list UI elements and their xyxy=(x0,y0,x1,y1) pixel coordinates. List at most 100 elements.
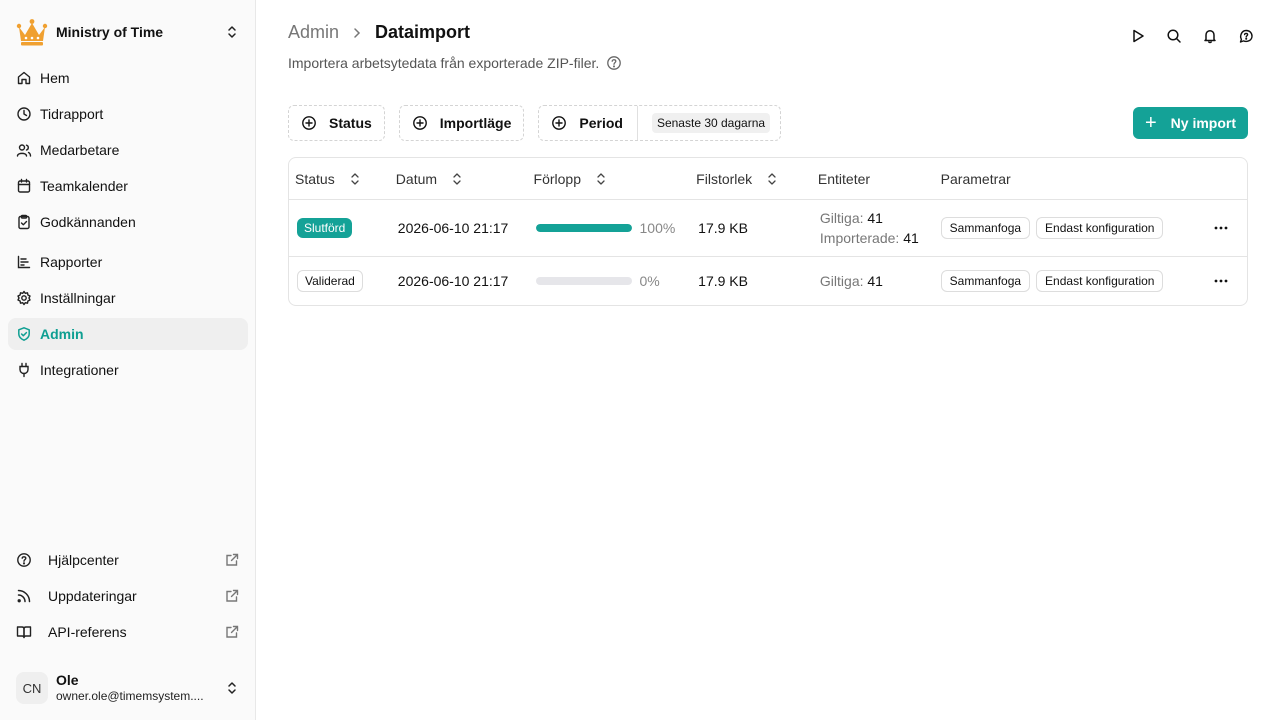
column-label: Status xyxy=(295,170,335,187)
book-icon xyxy=(16,624,32,640)
actions-cell xyxy=(1187,273,1247,289)
table-row[interactable]: Slutförd 2026-06-10 21:17 100% 17.9 KB G… xyxy=(289,200,1247,257)
sidebar-item-team-calendar[interactable]: Teamkalender xyxy=(8,170,248,202)
sort-icon[interactable] xyxy=(595,172,607,186)
user-menu[interactable]: CN Ole owner.ole@timemsystem.... xyxy=(8,664,248,712)
date-cell: 2026-06-10 21:17 xyxy=(397,220,509,236)
progress-cell: 100% xyxy=(528,220,691,236)
progress-cell: 0% xyxy=(528,273,691,289)
breadcrumb: Admin Dataimport xyxy=(288,22,470,43)
sidebar-item-reports[interactable]: Rapporter xyxy=(8,246,248,278)
status-filter-button[interactable]: Status xyxy=(288,105,385,141)
chart-icon xyxy=(16,254,32,270)
column-label: Datum xyxy=(395,170,438,187)
user-name: Ole xyxy=(56,672,79,688)
more-horizontal-icon[interactable] xyxy=(1213,273,1229,289)
sidebar-item-label: Godkännanden xyxy=(40,214,136,230)
progress-percent: 0% xyxy=(639,273,660,289)
bell-icon[interactable] xyxy=(1200,26,1220,46)
status-badge: Slutförd xyxy=(297,218,353,238)
file-size-cell: 17.9 KB xyxy=(698,273,748,289)
link-updates[interactable]: Uppdateringar xyxy=(8,580,248,612)
sidebar-item-home[interactable]: Hem xyxy=(8,62,248,94)
link-api-reference[interactable]: API-referens xyxy=(8,616,248,648)
period-filter-label-group: Period xyxy=(539,106,637,140)
sidebar-item-time-report[interactable]: Tidrapport xyxy=(8,98,248,130)
sidebar-nav: Hem Tidrapport Medarbetare Teamkalender … xyxy=(8,62,248,390)
breadcrumb-admin-link[interactable]: Admin xyxy=(288,22,339,43)
valid-label: Giltiga: xyxy=(819,210,864,226)
column-label: Förlopp xyxy=(533,170,581,187)
sort-icon[interactable] xyxy=(766,172,778,186)
rss-icon xyxy=(16,588,32,604)
entities-cell: Giltiga: 41 xyxy=(812,271,935,291)
top-actions xyxy=(1128,26,1256,46)
help-circle-icon xyxy=(16,552,32,568)
column-header-date[interactable]: Datum xyxy=(390,171,528,187)
imported-label: Importerade: xyxy=(819,230,900,246)
message-help-icon[interactable] xyxy=(1236,26,1256,46)
sidebar-item-integrations[interactable]: Integrationer xyxy=(8,354,248,386)
org-switcher[interactable]: Ministry of Time xyxy=(8,12,248,52)
sidebar-item-settings[interactable]: Inställningar xyxy=(8,282,248,314)
help-circle-icon[interactable] xyxy=(606,55,622,71)
file-size-cell: 17.9 KB xyxy=(698,220,748,236)
user-email: owner.ole@timemsystem.... xyxy=(56,689,204,703)
sort-icon[interactable] xyxy=(349,172,361,186)
home-icon xyxy=(16,70,32,86)
divider xyxy=(636,106,638,140)
import-mode-filter-button[interactable]: Importläge xyxy=(398,105,525,141)
new-import-button[interactable]: + Ny import xyxy=(1132,107,1248,139)
users-icon xyxy=(16,142,32,158)
plug-icon xyxy=(16,362,32,378)
valid-label: Giltiga: xyxy=(819,273,864,289)
clipboard-check-icon xyxy=(16,214,32,230)
column-header-progress[interactable]: Förlopp xyxy=(528,171,691,187)
imported-count: Importerade: 41 xyxy=(820,228,919,248)
entities-cell: Giltiga: 41 Importerade: 41 xyxy=(812,208,935,248)
actions-cell xyxy=(1187,220,1247,236)
sidebar-item-label: Rapporter xyxy=(40,254,103,270)
search-icon[interactable] xyxy=(1164,26,1184,46)
sidebar-item-label: Tidrapport xyxy=(40,106,104,122)
external-link-icon xyxy=(224,588,240,604)
chevrons-updown-icon xyxy=(224,24,240,40)
period-filter-button[interactable]: Period Senaste 30 dagarna xyxy=(538,105,782,141)
sidebar-item-approvals[interactable]: Godkännanden xyxy=(8,206,248,238)
plus-circle-icon xyxy=(301,115,317,131)
more-horizontal-icon[interactable] xyxy=(1213,220,1229,236)
crown-logo-icon xyxy=(16,16,48,48)
sidebar-item-label: Admin xyxy=(40,326,84,342)
valid-count: Giltiga: 41 xyxy=(820,208,883,228)
status-badge: Validerad xyxy=(297,270,363,292)
external-link-icon xyxy=(224,552,240,568)
sidebar-item-admin[interactable]: Admin xyxy=(8,318,248,350)
link-label: API-referens xyxy=(48,624,127,640)
imports-table: Status Datum Förlopp Filstorlek Entitete… xyxy=(288,157,1248,306)
progress-bar xyxy=(535,277,632,285)
sidebar-item-label: Medarbetare xyxy=(40,142,120,158)
play-icon[interactable] xyxy=(1128,26,1148,46)
user-info: Ole owner.ole@timemsystem.... xyxy=(56,672,224,704)
column-header-status[interactable]: Status xyxy=(289,171,390,187)
subtitle-text: Importera arbetsytedata från exporterade… xyxy=(288,55,600,71)
sidebar-item-label: Hem xyxy=(40,70,70,86)
main-content: Admin Dataimport Importera arbetsytedata… xyxy=(256,0,1280,720)
sort-icon[interactable] xyxy=(451,172,463,186)
column-label: Filstorlek xyxy=(696,170,753,187)
clock-icon xyxy=(16,106,32,122)
external-link-icon xyxy=(224,624,240,640)
plus-circle-icon xyxy=(412,115,428,131)
link-help-center[interactable]: Hjälpcenter xyxy=(8,544,248,576)
parameters-cell: Sammanfoga Endast konfiguration xyxy=(935,217,1187,239)
param-tag-merge: Sammanfoga xyxy=(940,270,1031,292)
table-row[interactable]: Validerad 2026-06-10 21:17 0% 17.9 KB Gi… xyxy=(289,257,1247,305)
sidebar-item-label: Inställningar xyxy=(40,290,116,306)
column-label: Entiteter xyxy=(817,170,871,187)
param-tag-config-only: Endast konfiguration xyxy=(1036,217,1164,239)
column-header-file-size[interactable]: Filstorlek xyxy=(690,171,812,187)
gear-icon xyxy=(16,290,32,306)
link-label: Uppdateringar xyxy=(48,588,137,604)
page-subtitle: Importera arbetsytedata från exporterade… xyxy=(288,55,622,71)
sidebar-item-employees[interactable]: Medarbetare xyxy=(8,134,248,166)
